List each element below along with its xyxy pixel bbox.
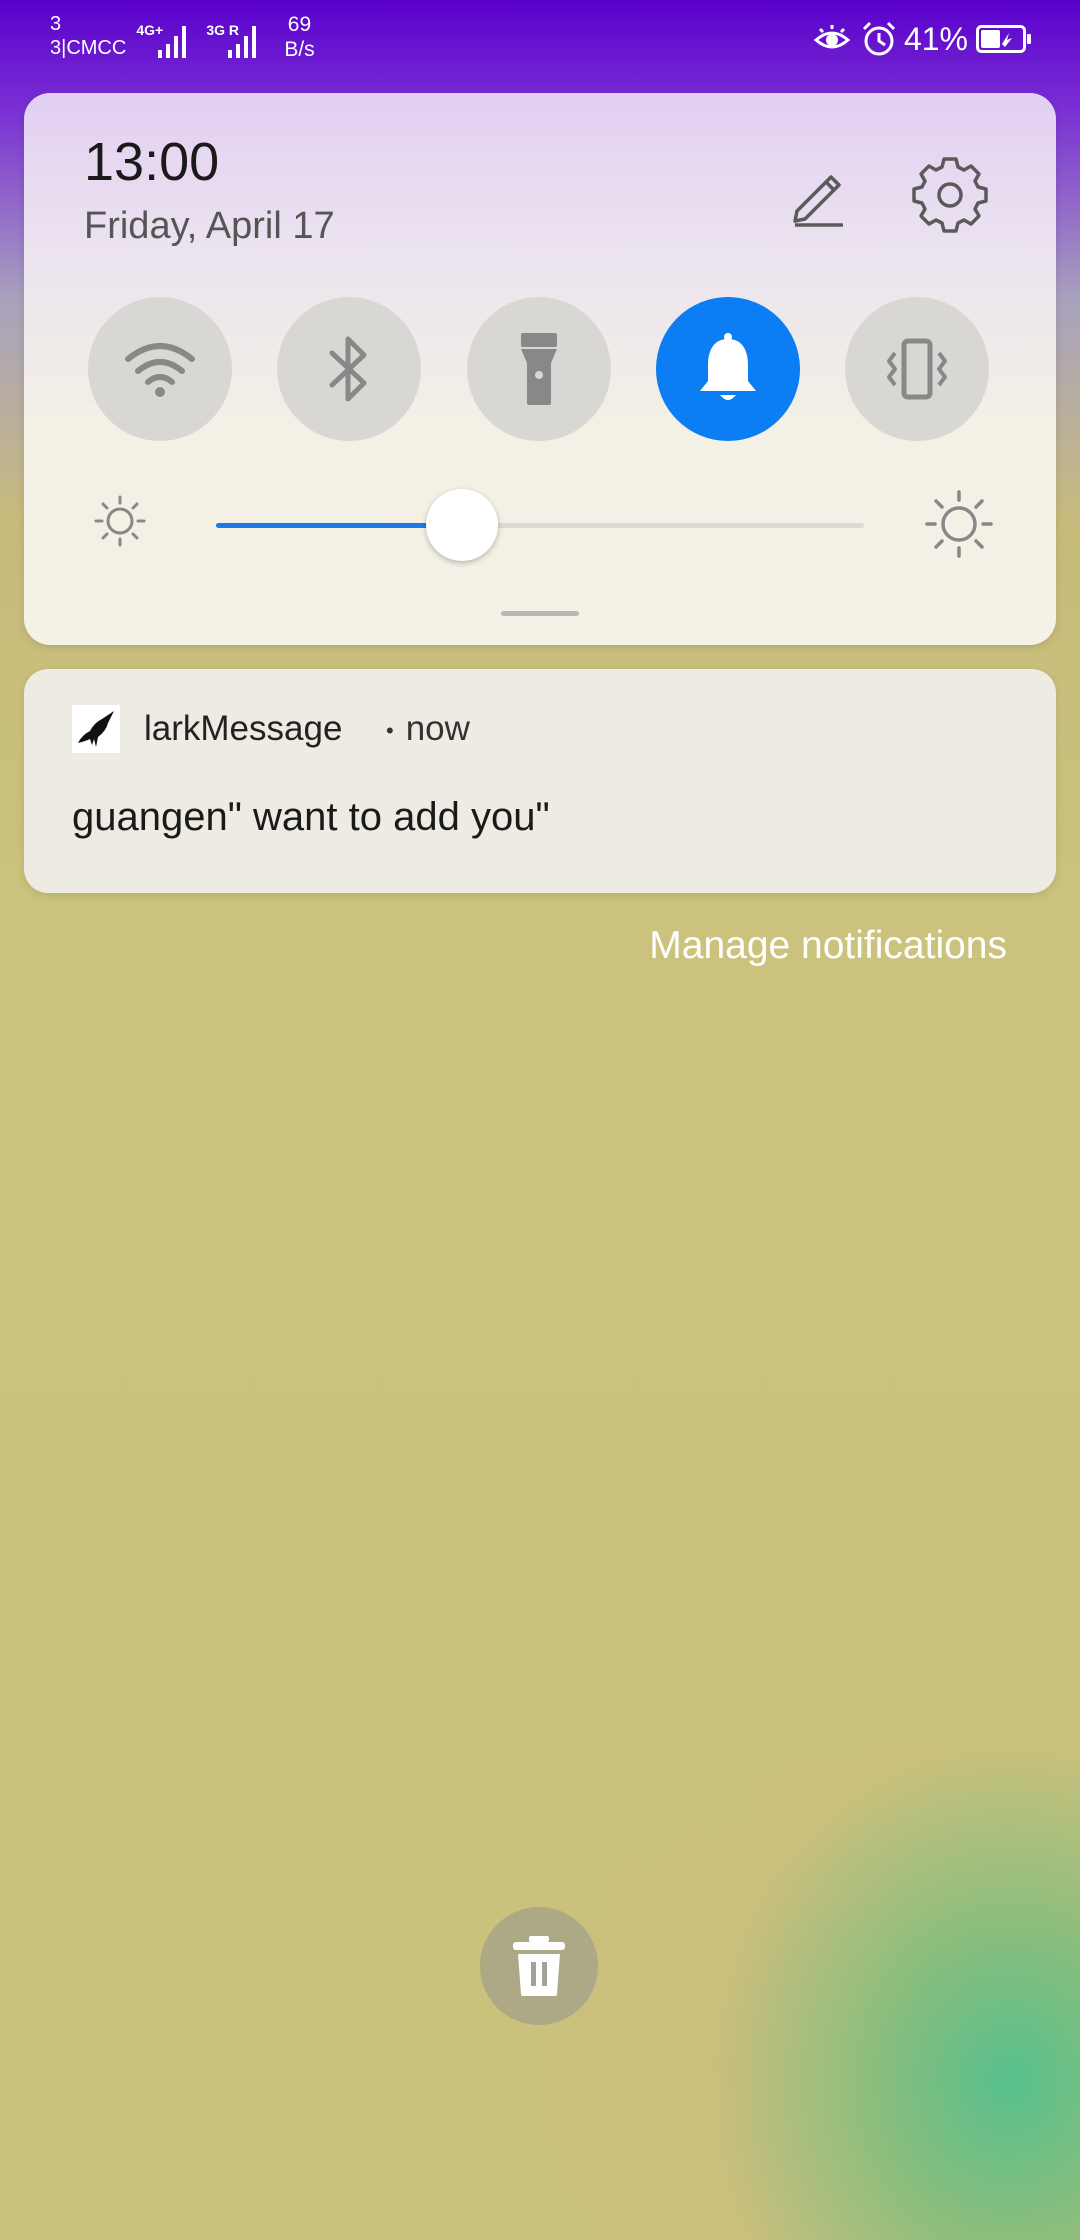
tile-bluetooth[interactable] bbox=[277, 297, 421, 441]
bell-icon bbox=[700, 333, 756, 400]
panel-drag-handle[interactable] bbox=[501, 611, 579, 616]
lark-app-icon bbox=[72, 705, 120, 753]
alarm-icon bbox=[862, 21, 896, 56]
brightness-high-icon bbox=[924, 489, 994, 559]
network-speed: 69 B/s bbox=[284, 12, 314, 62]
signal-bars-icon bbox=[158, 26, 187, 58]
manage-notifications-link[interactable]: Manage notifications bbox=[649, 924, 1007, 968]
brightness-slider[interactable] bbox=[216, 489, 864, 561]
status-bar-left: 3 3|CMCC 4G+ 3G R 69 B/s bbox=[50, 12, 315, 62]
signal-bars-icon bbox=[228, 26, 257, 58]
notification-time: • now bbox=[386, 709, 470, 749]
sim-info: 3 3|CMCC bbox=[50, 12, 126, 60]
speed-unit: B/s bbox=[284, 38, 315, 61]
flashlight-icon bbox=[521, 333, 557, 405]
brightness-slider-thumb[interactable] bbox=[426, 489, 499, 561]
separator-dot: • bbox=[386, 717, 394, 743]
trash-icon bbox=[513, 1936, 565, 1996]
gear-icon bbox=[912, 157, 988, 233]
speed-value: 69 bbox=[287, 13, 312, 36]
tile-sound[interactable] bbox=[656, 297, 800, 441]
carrier-name: 3|CMCC bbox=[50, 37, 127, 59]
battery-percent: 41% bbox=[903, 20, 968, 57]
edit-button[interactable] bbox=[779, 155, 859, 235]
clock-time[interactable]: 13:00 bbox=[84, 131, 219, 193]
tile-flashlight[interactable] bbox=[467, 297, 611, 441]
bird-icon bbox=[78, 711, 114, 747]
signal-2: 3G R bbox=[206, 12, 266, 60]
battery-icon bbox=[976, 25, 1031, 53]
tile-vibrate[interactable] bbox=[845, 297, 989, 441]
bluetooth-icon bbox=[329, 336, 367, 402]
wifi-icon bbox=[125, 343, 195, 397]
notification-body: guangen" want to add you" bbox=[72, 795, 550, 839]
sun-large-icon bbox=[925, 490, 993, 558]
pencil-icon bbox=[793, 175, 843, 227]
settings-button[interactable] bbox=[910, 155, 990, 235]
tile-wifi[interactable] bbox=[88, 297, 232, 441]
brightness-low-icon bbox=[92, 493, 148, 549]
status-bar: 3 3|CMCC 4G+ 3G R 69 B/s 41% bbox=[0, 0, 1080, 80]
notification-app-name: larkMessage bbox=[144, 709, 343, 748]
status-bar-right: 41% bbox=[812, 20, 1032, 58]
sun-small-icon bbox=[94, 495, 146, 547]
clear-all-button[interactable] bbox=[480, 1907, 598, 2025]
quick-settings-panel: 13:00 Friday, April 17 bbox=[24, 93, 1056, 645]
sim-slot: 3 bbox=[50, 13, 62, 35]
notification-card[interactable]: larkMessage • now guangen" want to add yo… bbox=[24, 669, 1056, 893]
notification-time-label: now bbox=[405, 709, 470, 748]
vibrate-icon bbox=[887, 338, 947, 400]
clock-date[interactable]: Friday, April 17 bbox=[84, 205, 335, 248]
signal-1: 4G+ bbox=[136, 12, 196, 60]
eye-comfort-icon bbox=[813, 25, 851, 49]
